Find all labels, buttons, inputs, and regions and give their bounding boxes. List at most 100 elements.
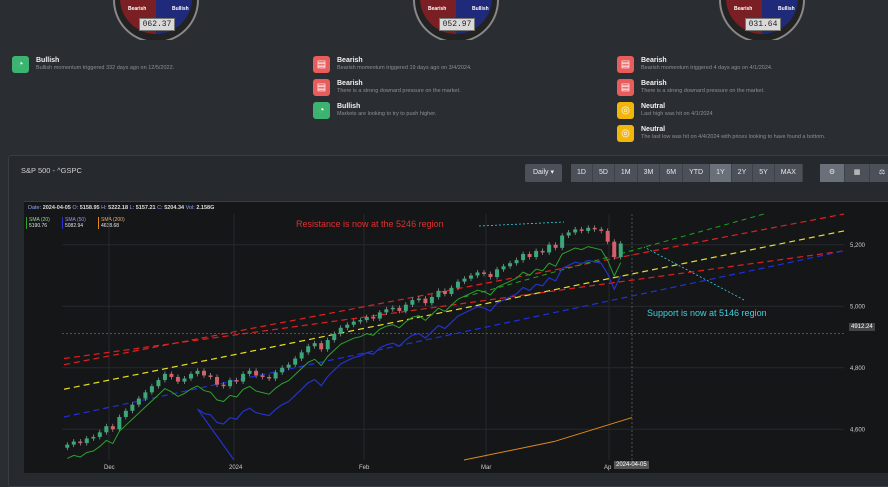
candle-body [286,364,291,368]
candle-body [182,378,187,382]
candle-body [560,235,565,248]
signal-desc: Bullish momentum triggered 332 days ago … [36,65,175,71]
y-tick-label: 5,000 [850,304,866,310]
signal-title: Bearish [337,80,363,87]
candle-body [267,376,272,379]
candle-body [449,287,454,294]
y-tick-label: 5,200 [850,243,866,249]
range-button-5y[interactable]: 5Y [753,164,775,182]
candle-body [117,416,122,430]
gauge-value: 062.37 [139,18,175,31]
range-button-5d[interactable]: 5D [592,164,615,182]
candle-body [410,300,415,305]
range-button-1y[interactable]: 1Y [710,164,732,182]
candle-body [130,404,135,411]
candle-body [260,375,265,377]
candle-body [299,352,304,359]
signal-desc: There is a strong downard pressure on th… [641,88,765,94]
coins-icon: ◎ [617,102,634,119]
candle-body [540,250,545,253]
range-button-1d[interactable]: 1D [571,164,593,182]
range-button-2y[interactable]: 2Y [731,164,754,182]
bullish-label: Bullish [778,6,795,12]
candle-body [188,373,193,379]
candle-body [371,317,376,319]
range-button-6m[interactable]: 6M [660,164,684,182]
gauge-value: 052.97 [439,18,475,31]
candle-body [175,376,180,382]
gauge-2: Bearish Bullish 052.97 [410,0,502,40]
message-icon: ▤ [617,56,634,73]
bearish-label: Bearish [128,6,147,12]
candle-body [273,372,278,379]
candle-body [149,386,154,393]
message-icon: ▤ [313,56,330,73]
candle-body [364,317,369,321]
candle-body [110,426,115,430]
gauge-3: Bearish Bullish 031.64 [716,0,808,40]
candle-body [71,441,76,445]
chart-panel: S&P 500 - ^GSPC Daily ▾ 1D 5D 1M 3M 6M YTD 1Y 2… [8,155,888,487]
signal-desc: Last high was hit on 4/1/2024 [641,111,713,117]
candle-body [573,229,578,233]
candle-body [202,370,206,376]
signal-item: ▤ Bearish There is a strong downard pressu… [313,79,573,98]
interval-dropdown[interactable]: Daily ▾ [525,164,563,182]
candle-body [338,327,343,334]
candle-body [358,320,363,322]
candle-body [306,346,311,353]
signal-desc: Bearish momentum triggered 4 days ago on… [641,65,773,71]
candle-body [84,438,89,444]
signal-item: ◔ Bullish Markets are looking to try to pu… [313,102,573,121]
candle-body [455,281,460,288]
signal-title: Bearish [641,80,667,87]
support-arrow [643,246,745,301]
x-tick-label: 2024 [229,465,243,471]
candle-body [215,376,220,385]
signal-title: Bearish [641,57,667,64]
candle-body [390,307,395,310]
candle-body [488,273,493,278]
candle-body [351,321,356,325]
gauge-icon: ◔ [313,102,330,119]
price-chart[interactable]: Date: 2024-04-05 O: 5158.95 H: 5222.18 L… [24,201,888,473]
candle-body [332,333,337,341]
signals-column-3: ▤ Bearish Bearish momentum triggered 4 day… [617,56,877,148]
candle-body [475,272,480,276]
signal-title: Bullish [337,103,361,110]
sma200-line [463,417,633,461]
scale-icon[interactable]: ⚖ [870,164,888,182]
signal-title: Bullish [36,57,60,64]
settings-icon[interactable]: ⚙ [820,164,845,182]
range-button-max[interactable]: MAX [774,164,803,182]
candle-body [416,298,421,301]
x-tick-label: Feb [359,465,370,471]
candle-body [384,309,389,313]
signal-title: Bearish [337,57,363,64]
tool-toolbar: ⚙ ▦ ⚖ [820,164,888,182]
x-tick-label: Mar [481,465,491,471]
signal-desc: There is a strong downard pressure on th… [337,88,461,94]
candle-body [319,343,324,350]
gauge-value: 031.64 [745,18,781,31]
range-button-3m[interactable]: 3M [637,164,661,182]
trendline-blue [63,250,845,418]
signals-column-2: ▤ Bearish Bearish momentum triggered 19 da… [313,56,573,125]
signal-item: ◎ Neutral The last low was hit on 4/4/2024… [617,125,877,144]
candle-body [403,304,408,311]
resistance-arrow [478,221,565,227]
candle-body [247,370,252,374]
candle-body [280,367,285,373]
message-icon: ▤ [617,79,634,96]
range-button-ytd[interactable]: YTD [683,164,711,182]
signal-item: ◎ Neutral Last high was hit on 4/1/2024 [617,102,877,121]
candle-body [254,370,259,376]
gauge-1: Bearish Bullish 062.37 [110,0,202,40]
candle-body [345,324,350,328]
range-button-1m[interactable]: 1M [614,164,638,182]
annotation-resistance: Resistance is now at the 5246 region [296,219,444,229]
trendline-red-lower [63,250,845,360]
candle-body [143,392,148,399]
calculator-icon[interactable]: ▦ [845,164,870,182]
signal-item: ◔ Bullish Bullish momentum triggered 332 d… [12,56,272,75]
